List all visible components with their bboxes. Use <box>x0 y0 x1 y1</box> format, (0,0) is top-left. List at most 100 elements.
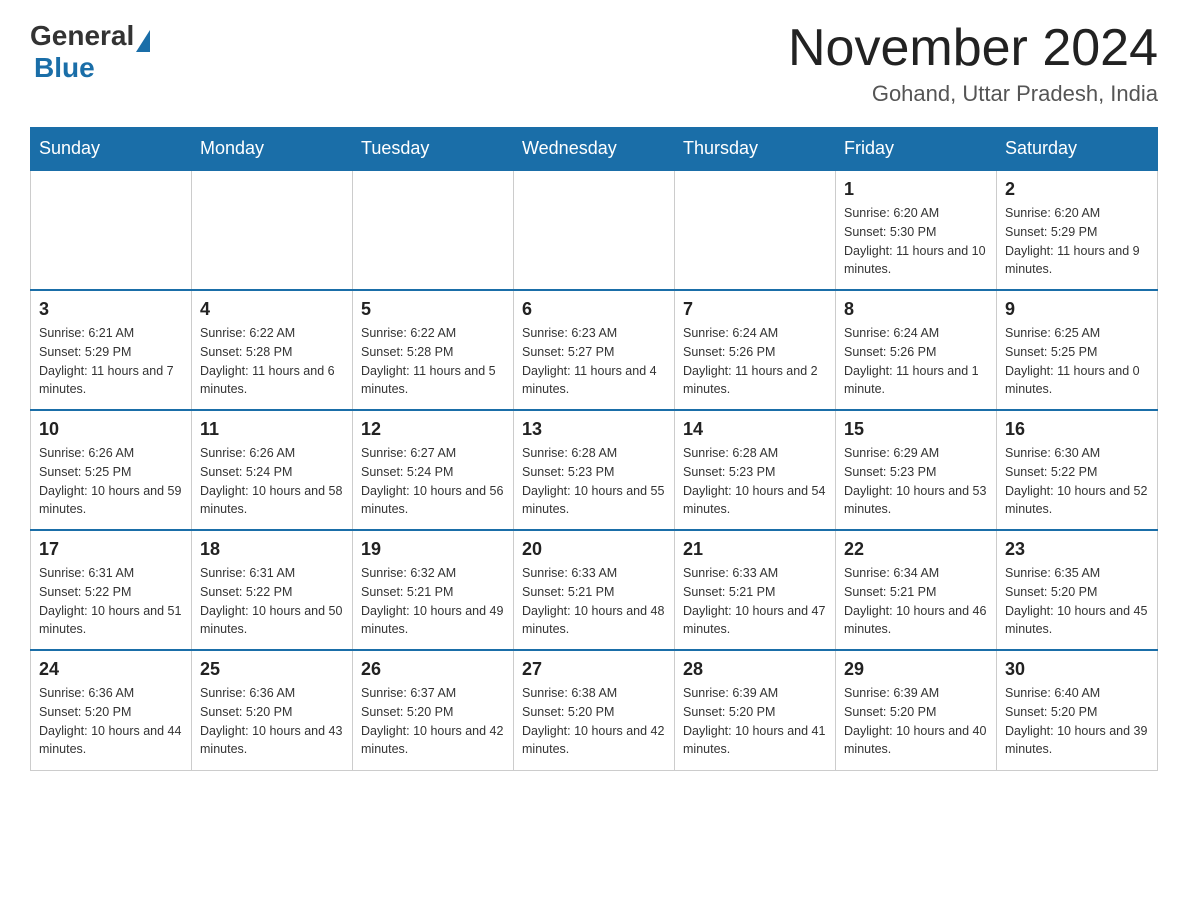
day-of-week-header: Thursday <box>675 128 836 171</box>
day-number: 15 <box>844 419 988 440</box>
day-sun-info: Sunrise: 6:31 AM Sunset: 5:22 PM Dayligh… <box>200 564 344 639</box>
calendar-cell: 28 Sunrise: 6:39 AM Sunset: 5:20 PM Dayli… <box>675 650 836 770</box>
day-number: 7 <box>683 299 827 320</box>
day-sun-info: Sunrise: 6:39 AM Sunset: 5:20 PM Dayligh… <box>844 684 988 759</box>
calendar-cell: 22 Sunrise: 6:34 AM Sunset: 5:21 PM Dayli… <box>836 530 997 650</box>
calendar-cell: 16Sunrise: 6:30 AM Sunset: 5:22 PM Dayli… <box>997 410 1158 530</box>
calendar-cell <box>675 170 836 290</box>
day-sun-info: Sunrise: 6:39 AM Sunset: 5:20 PM Dayligh… <box>683 684 827 759</box>
day-number: 3 <box>39 299 183 320</box>
day-of-week-header: Sunday <box>31 128 192 171</box>
day-sun-info: Sunrise: 6:26 AM Sunset: 5:25 PM Dayligh… <box>39 444 183 519</box>
day-sun-info: Sunrise: 6:33 AM Sunset: 5:21 PM Dayligh… <box>683 564 827 639</box>
day-number: 1 <box>844 179 988 200</box>
day-sun-info: Sunrise: 6:34 AM Sunset: 5:21 PM Dayligh… <box>844 564 988 639</box>
logo-general-text: General <box>30 20 134 52</box>
calendar-table: SundayMondayTuesdayWednesdayThursdayFrid… <box>30 127 1158 771</box>
day-number: 27 <box>522 659 666 680</box>
calendar-cell: 7 Sunrise: 6:24 AM Sunset: 5:26 PM Daylig… <box>675 290 836 410</box>
calendar-cell: 9 Sunrise: 6:25 AM Sunset: 5:25 PM Daylig… <box>997 290 1158 410</box>
day-number: 20 <box>522 539 666 560</box>
day-number: 28 <box>683 659 827 680</box>
day-number: 21 <box>683 539 827 560</box>
calendar-cell: 18Sunrise: 6:31 AM Sunset: 5:22 PM Dayli… <box>192 530 353 650</box>
day-sun-info: Sunrise: 6:22 AM Sunset: 5:28 PM Dayligh… <box>200 324 344 399</box>
day-sun-info: Sunrise: 6:20 AM Sunset: 5:29 PM Dayligh… <box>1005 204 1149 279</box>
day-sun-info: Sunrise: 6:28 AM Sunset: 5:23 PM Dayligh… <box>683 444 827 519</box>
day-sun-info: Sunrise: 6:31 AM Sunset: 5:22 PM Dayligh… <box>39 564 183 639</box>
day-number: 8 <box>844 299 988 320</box>
calendar-cell: 10 Sunrise: 6:26 AM Sunset: 5:25 PM Dayli… <box>31 410 192 530</box>
calendar-week-row: 10 Sunrise: 6:26 AM Sunset: 5:25 PM Dayli… <box>31 410 1158 530</box>
day-number: 12 <box>361 419 505 440</box>
calendar-cell: 2 Sunrise: 6:20 AM Sunset: 5:29 PM Daylig… <box>997 170 1158 290</box>
calendar-cell: 30Sunrise: 6:40 AM Sunset: 5:20 PM Dayli… <box>997 650 1158 770</box>
month-title: November 2024 <box>788 20 1158 77</box>
day-number: 10 <box>39 419 183 440</box>
calendar-cell: 23 Sunrise: 6:35 AM Sunset: 5:20 PM Dayli… <box>997 530 1158 650</box>
day-sun-info: Sunrise: 6:29 AM Sunset: 5:23 PM Dayligh… <box>844 444 988 519</box>
day-sun-info: Sunrise: 6:32 AM Sunset: 5:21 PM Dayligh… <box>361 564 505 639</box>
day-sun-info: Sunrise: 6:21 AM Sunset: 5:29 PM Dayligh… <box>39 324 183 399</box>
calendar-cell: 29 Sunrise: 6:39 AM Sunset: 5:20 PM Dayli… <box>836 650 997 770</box>
day-number: 23 <box>1005 539 1149 560</box>
day-of-week-header: Wednesday <box>514 128 675 171</box>
day-sun-info: Sunrise: 6:26 AM Sunset: 5:24 PM Dayligh… <box>200 444 344 519</box>
day-number: 30 <box>1005 659 1149 680</box>
title-section: November 2024 Gohand, Uttar Pradesh, Ind… <box>788 20 1158 107</box>
page-header: General Blue November 2024 Gohand, Uttar… <box>30 20 1158 107</box>
logo: General Blue <box>30 20 150 84</box>
day-number: 19 <box>361 539 505 560</box>
calendar-cell <box>353 170 514 290</box>
day-number: 4 <box>200 299 344 320</box>
day-sun-info: Sunrise: 6:24 AM Sunset: 5:26 PM Dayligh… <box>683 324 827 399</box>
calendar-cell: 13Sunrise: 6:28 AM Sunset: 5:23 PM Dayli… <box>514 410 675 530</box>
calendar-week-row: 17 Sunrise: 6:31 AM Sunset: 5:22 PM Dayli… <box>31 530 1158 650</box>
day-of-week-header: Saturday <box>997 128 1158 171</box>
day-sun-info: Sunrise: 6:25 AM Sunset: 5:25 PM Dayligh… <box>1005 324 1149 399</box>
day-sun-info: Sunrise: 6:36 AM Sunset: 5:20 PM Dayligh… <box>39 684 183 759</box>
calendar-cell <box>31 170 192 290</box>
day-number: 5 <box>361 299 505 320</box>
day-number: 26 <box>361 659 505 680</box>
day-number: 29 <box>844 659 988 680</box>
day-number: 22 <box>844 539 988 560</box>
day-number: 6 <box>522 299 666 320</box>
day-sun-info: Sunrise: 6:30 AM Sunset: 5:22 PM Dayligh… <box>1005 444 1149 519</box>
calendar-cell: 19 Sunrise: 6:32 AM Sunset: 5:21 PM Dayli… <box>353 530 514 650</box>
day-sun-info: Sunrise: 6:22 AM Sunset: 5:28 PM Dayligh… <box>361 324 505 399</box>
calendar-cell: 26 Sunrise: 6:37 AM Sunset: 5:20 PM Dayli… <box>353 650 514 770</box>
day-number: 24 <box>39 659 183 680</box>
calendar-cell: 17 Sunrise: 6:31 AM Sunset: 5:22 PM Dayli… <box>31 530 192 650</box>
logo-triangle-icon <box>136 30 150 52</box>
calendar-week-row: 24 Sunrise: 6:36 AM Sunset: 5:20 PM Dayli… <box>31 650 1158 770</box>
day-sun-info: Sunrise: 6:27 AM Sunset: 5:24 PM Dayligh… <box>361 444 505 519</box>
calendar-cell: 21 Sunrise: 6:33 AM Sunset: 5:21 PM Dayli… <box>675 530 836 650</box>
day-of-week-header: Monday <box>192 128 353 171</box>
location-subtitle: Gohand, Uttar Pradesh, India <box>788 81 1158 107</box>
calendar-week-row: 3 Sunrise: 6:21 AM Sunset: 5:29 PM Daylig… <box>31 290 1158 410</box>
calendar-cell: 20 Sunrise: 6:33 AM Sunset: 5:21 PM Dayli… <box>514 530 675 650</box>
day-sun-info: Sunrise: 6:24 AM Sunset: 5:26 PM Dayligh… <box>844 324 988 399</box>
day-of-week-header: Tuesday <box>353 128 514 171</box>
day-number: 13 <box>522 419 666 440</box>
calendar-cell: 4 Sunrise: 6:22 AM Sunset: 5:28 PM Daylig… <box>192 290 353 410</box>
calendar-cell: 5 Sunrise: 6:22 AM Sunset: 5:28 PM Daylig… <box>353 290 514 410</box>
calendar-cell <box>192 170 353 290</box>
day-sun-info: Sunrise: 6:23 AM Sunset: 5:27 PM Dayligh… <box>522 324 666 399</box>
calendar-cell: 24 Sunrise: 6:36 AM Sunset: 5:20 PM Dayli… <box>31 650 192 770</box>
day-sun-info: Sunrise: 6:35 AM Sunset: 5:20 PM Dayligh… <box>1005 564 1149 639</box>
calendar-week-row: 1Sunrise: 6:20 AM Sunset: 5:30 PM Daylig… <box>31 170 1158 290</box>
day-sun-info: Sunrise: 6:37 AM Sunset: 5:20 PM Dayligh… <box>361 684 505 759</box>
day-number: 2 <box>1005 179 1149 200</box>
day-sun-info: Sunrise: 6:33 AM Sunset: 5:21 PM Dayligh… <box>522 564 666 639</box>
day-number: 9 <box>1005 299 1149 320</box>
calendar-cell: 27Sunrise: 6:38 AM Sunset: 5:20 PM Dayli… <box>514 650 675 770</box>
calendar-cell: 15 Sunrise: 6:29 AM Sunset: 5:23 PM Dayli… <box>836 410 997 530</box>
calendar-cell <box>514 170 675 290</box>
calendar-cell: 25Sunrise: 6:36 AM Sunset: 5:20 PM Dayli… <box>192 650 353 770</box>
day-number: 17 <box>39 539 183 560</box>
day-number: 11 <box>200 419 344 440</box>
calendar-cell: 12 Sunrise: 6:27 AM Sunset: 5:24 PM Dayli… <box>353 410 514 530</box>
day-sun-info: Sunrise: 6:36 AM Sunset: 5:20 PM Dayligh… <box>200 684 344 759</box>
